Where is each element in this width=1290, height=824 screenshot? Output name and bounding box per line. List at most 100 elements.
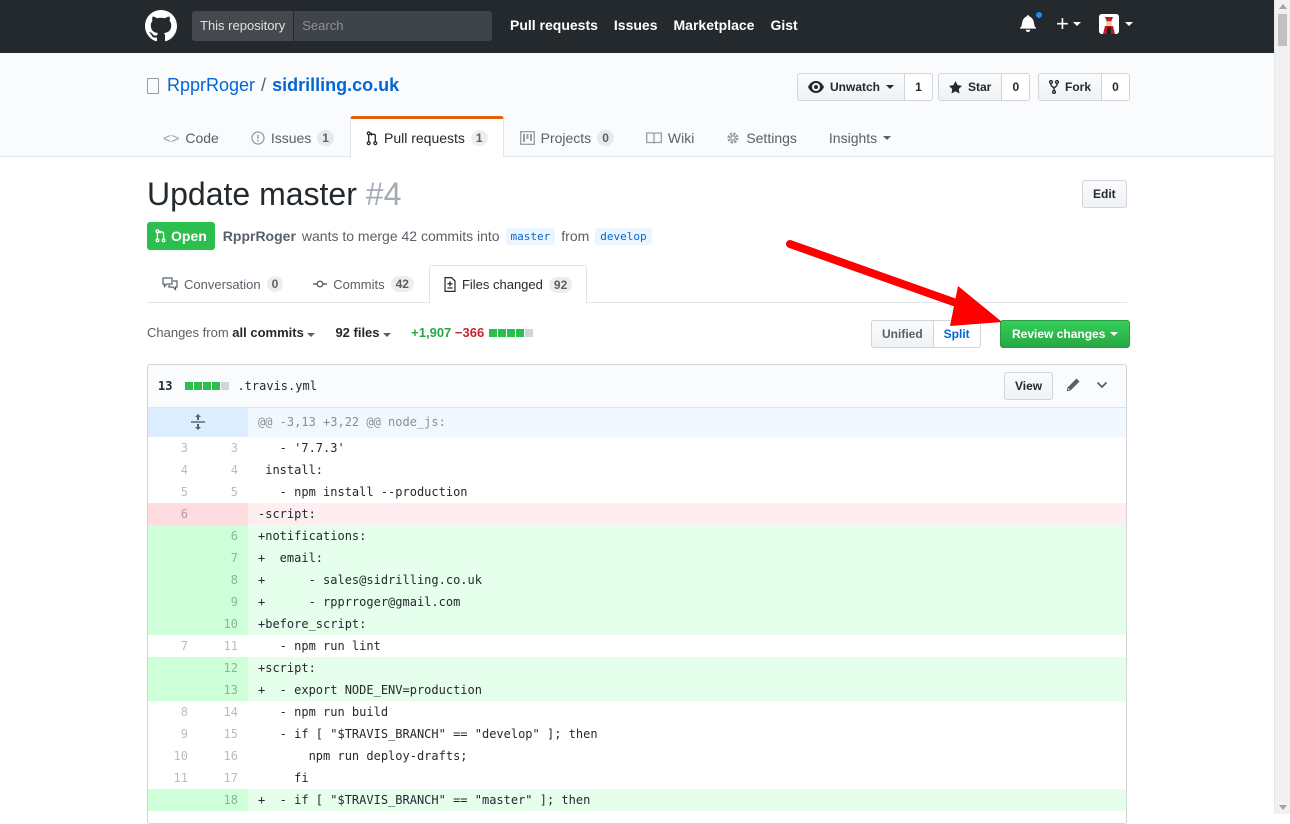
tab-pull-requests[interactable]: Pull requests 1 bbox=[349, 116, 504, 158]
new-line-number[interactable]: 6 bbox=[198, 525, 248, 547]
repo-icon bbox=[147, 77, 159, 94]
tab-wiki-label: Wiki bbox=[667, 130, 695, 146]
old-line-number[interactable] bbox=[148, 657, 198, 679]
tab-commits[interactable]: Commits 42 bbox=[298, 265, 429, 303]
new-line-number[interactable]: 14 bbox=[198, 701, 248, 723]
old-line-number[interactable]: 9 bbox=[148, 723, 198, 745]
scrollbar-thumb[interactable] bbox=[1278, 14, 1287, 46]
repo-owner-link[interactable]: RpprRoger bbox=[167, 75, 255, 96]
github-logo-icon[interactable] bbox=[145, 10, 177, 42]
files-menu[interactable]: 92 files bbox=[335, 325, 392, 340]
diff-line-add: 18 + - if [ "$TRAVIS_BRANCH" == "master" … bbox=[148, 789, 1126, 811]
nav-marketplace[interactable]: Marketplace bbox=[674, 17, 755, 33]
old-line-number[interactable]: 4 bbox=[148, 459, 198, 481]
tab-code[interactable]: <> Code bbox=[147, 116, 235, 158]
new-line-number[interactable] bbox=[198, 503, 248, 525]
tab-conversation[interactable]: Conversation 0 bbox=[147, 265, 298, 303]
new-line-number[interactable]: 13 bbox=[198, 679, 248, 701]
chevron-down-icon[interactable] bbox=[1096, 379, 1108, 391]
new-line-number[interactable]: 17 bbox=[198, 767, 248, 789]
eye-icon bbox=[808, 81, 824, 93]
repo-nav: <> Code Issues 1 Pull requests 1 Project… bbox=[147, 116, 907, 158]
old-line-number[interactable] bbox=[148, 525, 198, 547]
new-line-number[interactable]: 5 bbox=[198, 481, 248, 503]
nav-gist[interactable]: Gist bbox=[770, 17, 797, 33]
new-line-number[interactable]: 11 bbox=[198, 635, 248, 657]
code-line: + - rpprroger@gmail.com bbox=[258, 595, 461, 609]
pr-author-link[interactable]: RpprRoger bbox=[223, 228, 296, 244]
notifications-bell-icon[interactable] bbox=[1020, 10, 1044, 34]
stars-count[interactable]: 0 bbox=[1002, 73, 1031, 101]
old-line-number[interactable] bbox=[148, 547, 198, 569]
watchers-count[interactable]: 1 bbox=[905, 73, 934, 101]
star-button[interactable]: Star bbox=[938, 73, 1003, 101]
old-line-number[interactable] bbox=[148, 679, 198, 701]
old-line-number[interactable] bbox=[148, 789, 198, 811]
diff-line-add: 9 + - rpprroger@gmail.com bbox=[148, 591, 1126, 613]
new-line-number[interactable]: 15 bbox=[198, 723, 248, 745]
tab-settings[interactable]: Settings bbox=[710, 116, 813, 158]
review-changes-label: Review changes bbox=[1012, 327, 1106, 341]
code-line: - npm install --production bbox=[258, 485, 468, 499]
new-line-number[interactable]: 3 bbox=[198, 437, 248, 459]
old-line-number[interactable]: 6 bbox=[148, 503, 198, 525]
nav-pull-requests[interactable]: Pull requests bbox=[510, 17, 598, 33]
changes-from-menu[interactable]: Changes from all commits bbox=[147, 325, 316, 340]
tab-issues[interactable]: Issues 1 bbox=[235, 116, 350, 158]
new-line-number[interactable]: 8 bbox=[198, 569, 248, 591]
old-line-number[interactable]: 5 bbox=[148, 481, 198, 503]
tab-files-changed[interactable]: Files changed 92 bbox=[428, 265, 588, 304]
base-branch[interactable]: master bbox=[505, 227, 556, 245]
old-line-number[interactable] bbox=[148, 591, 198, 613]
chevron-down-icon bbox=[307, 333, 316, 337]
nav-issues[interactable]: Issues bbox=[614, 17, 658, 33]
file-name-link[interactable]: .travis.yml bbox=[237, 379, 316, 393]
review-changes-button[interactable]: Review changes bbox=[1000, 320, 1131, 348]
diff-line-ctx: 55 - npm install --production bbox=[148, 481, 1126, 503]
old-line-number[interactable]: 3 bbox=[148, 437, 198, 459]
search-input[interactable]: Search bbox=[294, 11, 351, 41]
deletions-count: −366 bbox=[454, 325, 485, 340]
git-pull-request-icon bbox=[366, 130, 378, 145]
file-change-count: 13 bbox=[158, 379, 173, 393]
page-scrollbar[interactable] bbox=[1274, 0, 1290, 814]
new-line-number[interactable]: 12 bbox=[198, 657, 248, 679]
search-box[interactable]: This repository Search bbox=[192, 11, 492, 41]
tab-wiki[interactable]: Wiki bbox=[630, 116, 710, 158]
create-new-menu[interactable]: + bbox=[1056, 13, 1081, 35]
new-line-number[interactable]: 7 bbox=[198, 547, 248, 569]
fork-button[interactable]: Fork bbox=[1038, 73, 1103, 101]
tab-projects[interactable]: Projects 0 bbox=[504, 116, 630, 158]
head-branch[interactable]: develop bbox=[595, 227, 652, 245]
split-view-button[interactable]: Split bbox=[933, 320, 981, 348]
repo-name-link[interactable]: sidrilling.co.uk bbox=[272, 75, 399, 96]
expand-icon[interactable] bbox=[148, 408, 248, 437]
unified-view-button[interactable]: Unified bbox=[871, 320, 934, 348]
old-line-number[interactable] bbox=[148, 569, 198, 591]
old-line-number[interactable]: 7 bbox=[148, 635, 198, 657]
code-line: +before_script: bbox=[258, 617, 367, 631]
chevron-down-icon bbox=[886, 85, 895, 89]
new-line-number[interactable]: 16 bbox=[198, 745, 248, 767]
code-icon: <> bbox=[163, 130, 180, 146]
code-line: + - sales@sidrilling.co.uk bbox=[258, 573, 482, 587]
new-line-number[interactable]: 10 bbox=[198, 613, 248, 635]
chevron-down-icon bbox=[883, 136, 892, 140]
tab-insights[interactable]: Insights bbox=[813, 116, 907, 158]
view-file-button[interactable]: View bbox=[1004, 372, 1054, 400]
edit-title-button[interactable]: Edit bbox=[1082, 180, 1127, 208]
old-line-number[interactable]: 11 bbox=[148, 767, 198, 789]
unwatch-button[interactable]: Unwatch bbox=[797, 73, 906, 101]
new-line-number[interactable]: 9 bbox=[198, 591, 248, 613]
old-line-number[interactable]: 8 bbox=[148, 701, 198, 723]
new-line-number[interactable]: 4 bbox=[198, 459, 248, 481]
code-line: + - export NODE_ENV=production bbox=[258, 683, 482, 697]
user-menu[interactable] bbox=[1098, 14, 1133, 34]
old-line-number[interactable] bbox=[148, 613, 198, 635]
forks-count[interactable]: 0 bbox=[1102, 73, 1131, 101]
new-line-number[interactable]: 18 bbox=[198, 789, 248, 811]
pencil-icon[interactable] bbox=[1066, 378, 1080, 392]
scroll-down-icon[interactable] bbox=[1279, 805, 1287, 810]
old-line-number[interactable]: 10 bbox=[148, 745, 198, 767]
scroll-up-icon[interactable] bbox=[1279, 4, 1287, 9]
